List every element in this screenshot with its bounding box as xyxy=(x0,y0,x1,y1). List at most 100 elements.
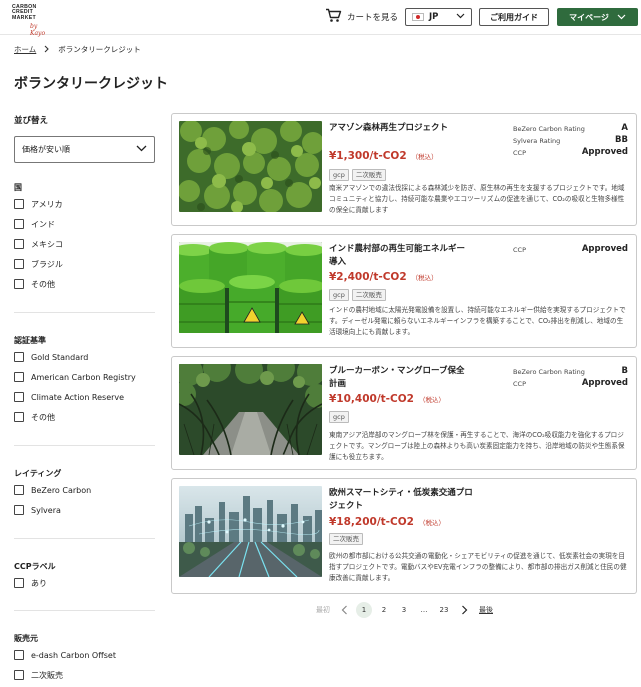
mypage-button[interactable]: マイページ xyxy=(557,8,638,26)
tax-label: （税込） xyxy=(411,274,438,282)
product-card[interactable]: ブルーカーボン・マングローブ保全計画 ¥10,400/t-CO2 （税込） gc… xyxy=(171,356,637,470)
filter-option-label: あり xyxy=(31,578,47,588)
filter-option-label: 二次販売 xyxy=(31,670,63,680)
sort-selected-value: 価格が安い順 xyxy=(22,145,70,154)
checkbox[interactable] xyxy=(14,505,24,515)
product-price: ¥18,200/t-CO2 （税込） xyxy=(329,516,445,528)
pagination-page[interactable]: 2 xyxy=(374,602,394,618)
product-description: インドの農村地域に太陽光発電設備を設置し、持続可能なエネルギー供給を実現するプロ… xyxy=(329,306,626,336)
filter-option-label: BeZero Carbon xyxy=(31,485,92,495)
pagination-page[interactable]: 3 xyxy=(394,602,414,618)
checkbox[interactable] xyxy=(14,485,24,495)
filter-option[interactable]: BeZero Carbon xyxy=(14,480,155,500)
filter-option-label: ブラジル xyxy=(31,259,63,269)
filter-option-label: American Carbon Registry xyxy=(31,372,136,382)
filter-option[interactable]: インド xyxy=(14,214,155,234)
filter-option-label: e-dash Carbon Offset xyxy=(31,650,116,660)
filter-option-label: Climate Action Reserve xyxy=(31,392,125,402)
filter-option[interactable]: Gold Standard xyxy=(14,347,155,367)
filter-option[interactable]: Climate Action Reserve xyxy=(14,387,155,407)
sort-select[interactable]: 価格が安い順 xyxy=(14,136,155,163)
checkbox[interactable] xyxy=(14,279,24,289)
pagination-page-current[interactable]: 1 xyxy=(356,602,372,618)
tag: gcp xyxy=(329,289,349,301)
filter-option-label: インド xyxy=(31,219,55,229)
filter-option[interactable]: アメリカ xyxy=(14,194,155,214)
price-value: ¥18,200/t-CO2 xyxy=(329,516,414,528)
checkbox[interactable] xyxy=(14,392,24,402)
pagination-page[interactable]: 23 xyxy=(434,602,454,618)
filter-option[interactable]: ブラジル xyxy=(14,254,155,274)
rating-value: Approved xyxy=(581,378,628,388)
product-title[interactable]: 欧州スマートシティ・低炭素交通プロジェクト xyxy=(329,487,474,513)
rating-value: A xyxy=(621,123,628,133)
checkbox[interactable] xyxy=(14,412,24,422)
product-title[interactable]: インド農村部の再生可能エネルギー導入 xyxy=(329,243,469,269)
product-tags: gcp 二次販売 xyxy=(329,169,386,181)
pagination-first[interactable]: 最初 xyxy=(312,602,334,618)
product-description: 東南アジア沿岸部のマングローブ林を保護・再生することで、海洋のCO₂吸収能力を強… xyxy=(329,431,625,461)
checkbox[interactable] xyxy=(14,372,24,382)
product-card[interactable]: 欧州スマートシティ・低炭素交通プロジェクト ¥18,200/t-CO2 （税込）… xyxy=(171,478,637,594)
filter-option[interactable]: e-dash Carbon Offset xyxy=(14,645,155,665)
checkbox[interactable] xyxy=(14,578,24,588)
pagination-last[interactable]: 最後 xyxy=(474,602,498,618)
filter-group-seller: 販売元 e-dash Carbon Offset 二次販売 xyxy=(14,633,155,685)
product-image-barrels xyxy=(179,242,322,333)
pagination-prev-button[interactable] xyxy=(334,602,354,618)
rating-row: CCP Approved xyxy=(513,244,628,256)
filter-option[interactable]: その他 xyxy=(14,407,155,427)
checkbox[interactable] xyxy=(14,199,24,209)
product-title[interactable]: ブルーカーボン・マングローブ保全計画 xyxy=(329,365,469,391)
checkbox[interactable] xyxy=(14,352,24,362)
tag: 二次販売 xyxy=(351,169,386,181)
tag: gcp xyxy=(329,411,349,423)
filter-option-label: アメリカ xyxy=(31,199,63,209)
cart-button[interactable]: カートを見る xyxy=(325,8,398,26)
rating-row: CCP Approved xyxy=(513,378,628,390)
breadcrumb-current: ボランタリークレジット xyxy=(58,45,141,54)
product-title[interactable]: アマゾン森林再生プロジェクト xyxy=(329,122,509,135)
user-guide-button[interactable]: ご利用ガイド xyxy=(479,8,549,26)
mypage-label: マイページ xyxy=(569,12,609,22)
pagination-ellipsis: … xyxy=(420,606,428,614)
rating-name: BeZero Carbon Rating xyxy=(513,125,585,133)
filter-option[interactable]: あり xyxy=(14,573,155,593)
product-card[interactable]: インド農村部の再生可能エネルギー導入 ¥2,400/t-CO2 （税込） gcp… xyxy=(171,234,637,348)
rating-name: CCP xyxy=(513,380,526,388)
tag: 二次販売 xyxy=(351,289,386,301)
product-card[interactable]: アマゾン森林再生プロジェクト ¥1,300/t-CO2 （税込） gcp 二次販… xyxy=(171,113,637,226)
checkbox[interactable] xyxy=(14,650,24,660)
checkbox[interactable] xyxy=(14,670,24,680)
checkbox[interactable] xyxy=(14,259,24,269)
rating-value: BB xyxy=(615,135,628,145)
rating-name: CCP xyxy=(513,246,526,254)
filter-option[interactable]: その他 xyxy=(14,274,155,294)
checkbox[interactable] xyxy=(14,239,24,249)
pagination-next-button[interactable] xyxy=(454,602,474,618)
product-ratings: BeZero Carbon Rating B CCP Approved xyxy=(513,366,628,390)
tax-label: （税込） xyxy=(411,153,438,161)
checkbox[interactable] xyxy=(14,219,24,229)
filter-option[interactable]: Sylvera xyxy=(14,500,155,520)
filter-option[interactable]: American Carbon Registry xyxy=(14,367,155,387)
filter-sidebar: 並び替え 価格が安い順 国 アメリカ インド メキシコ ブラジル その他 認証基… xyxy=(14,114,155,680)
product-price: ¥10,400/t-CO2 （税込） xyxy=(329,393,445,405)
filter-option[interactable]: メキシコ xyxy=(14,234,155,254)
divider xyxy=(14,610,155,611)
logo-line: MARKET xyxy=(12,14,36,21)
product-tags: 二次販売 xyxy=(329,533,363,545)
language-label: JP xyxy=(429,12,439,22)
rating-value: Approved xyxy=(581,147,628,157)
filter-option[interactable]: 二次販売 xyxy=(14,665,155,685)
rating-name: CCP xyxy=(513,149,526,157)
product-price: ¥2,400/t-CO2 （税込） xyxy=(329,271,438,283)
tax-label: （税込） xyxy=(418,519,445,527)
breadcrumb-home-link[interactable]: ホーム xyxy=(14,44,36,55)
filter-option-label: メキシコ xyxy=(31,239,63,249)
site-logo[interactable]: CARBON CREDIT MARKET by Kayo xyxy=(12,4,46,37)
filter-title-certification: 認証基準 xyxy=(14,336,46,345)
chevron-down-icon xyxy=(456,12,465,22)
language-selector[interactable]: JP xyxy=(405,8,472,26)
filter-option-label: その他 xyxy=(31,412,55,422)
